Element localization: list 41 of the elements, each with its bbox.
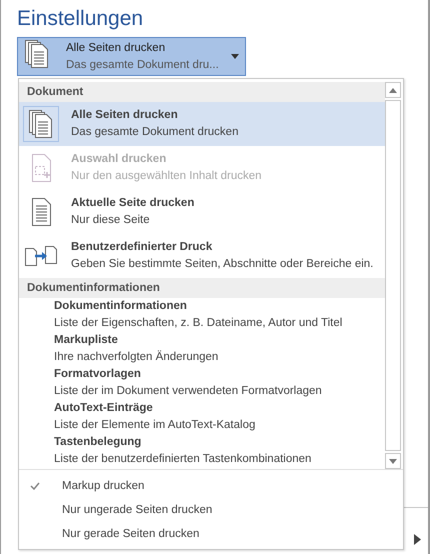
- section-heading: Dokumentinformationen: [19, 278, 385, 298]
- item-title: Benutzerdefinierter Druck: [71, 240, 212, 255]
- item-description: Nur diese Seite: [71, 213, 150, 228]
- option-item[interactable]: Nur gerade Seiten drucken: [62, 528, 200, 540]
- item-description: Liste der benutzerdefinierten Tastenkombinationen: [54, 452, 312, 467]
- item-description: Liste der im Dokument verwendeten Formatvorlagen: [54, 384, 322, 399]
- pages-icon: [24, 39, 50, 69]
- item-title: Formatvorlagen: [54, 367, 141, 382]
- pages-arrow-icon: [24, 243, 58, 269]
- scroll-up-icon[interactable]: [389, 88, 397, 92]
- item-title: Tastenbelegung: [54, 435, 142, 450]
- print-range-dropdown[interactable]: Alle Seiten drucken Das gesamte Dokument dru...: [17, 37, 246, 76]
- menu-item[interactable]: Benutzerdefinierter Druck Geben Sie bestimmte Seiten, Abschnitte oder Bereiche ein.: [19, 234, 385, 278]
- item-description: Liste der Elemente im AutoText-Katalog: [54, 418, 256, 433]
- item-description: Liste der Eigenschaften, z. B. Dateiname, Autor und Titel: [54, 316, 342, 331]
- menu-item[interactable]: Formatvorlagen Liste der im Dokument verwendeten Formatvorlagen: [19, 366, 385, 400]
- item-title: AutoText-Einträge: [54, 401, 153, 416]
- item-title: Aktuelle Seite drucken: [71, 196, 194, 211]
- menu-item[interactable]: Alle Seiten drucken Das gesamte Dokument drucken: [19, 102, 385, 146]
- menu-item[interactable]: Dokumentinformationen Liste der Eigenschaften, z. B. Dateiname, Autor und Titel: [19, 298, 385, 332]
- scrollbar[interactable]: [385, 82, 401, 469]
- item-title: Auswahl drucken: [71, 152, 166, 167]
- scroll-down-icon[interactable]: [389, 458, 397, 464]
- menu-item[interactable]: Tastenbelegung Liste der benutzerdefinierten Tastenkombinationen: [19, 434, 385, 468]
- option-item[interactable]: Nur ungerade Seiten drucken: [62, 504, 212, 516]
- menu-item[interactable]: Aktuelle Seite drucken Nur diese Seite: [19, 190, 385, 234]
- item-description: Geben Sie bestimmte Seiten, Abschnitte oder Bereiche ein.: [71, 257, 374, 272]
- dropdown-caret-icon: [231, 54, 239, 59]
- item-title: Markupliste: [54, 333, 118, 348]
- item-description: Ihre nachverfolgten Änderungen: [54, 349, 218, 365]
- menu-item[interactable]: Markupliste Ihre nachverfolgten Änderungen: [19, 332, 385, 366]
- section-heading: Dokument: [19, 82, 385, 102]
- option-item[interactable]: Markup drucken: [62, 480, 144, 492]
- item-description: Nur den ausgewählten Inhalt drucken: [71, 169, 262, 184]
- item-description: Das gesamte Dokument drucken: [71, 125, 238, 140]
- item-title: Alle Seiten drucken: [71, 108, 178, 123]
- next-arrow-icon[interactable]: [414, 534, 421, 545]
- item-title: Dokumentinformationen: [54, 299, 187, 314]
- settings-heading: Einstellungen: [17, 6, 144, 32]
- pages-icon: [28, 109, 54, 139]
- menu-item[interactable]: AutoText-Einträge Liste der Elemente im AutoText-Katalog: [19, 400, 385, 434]
